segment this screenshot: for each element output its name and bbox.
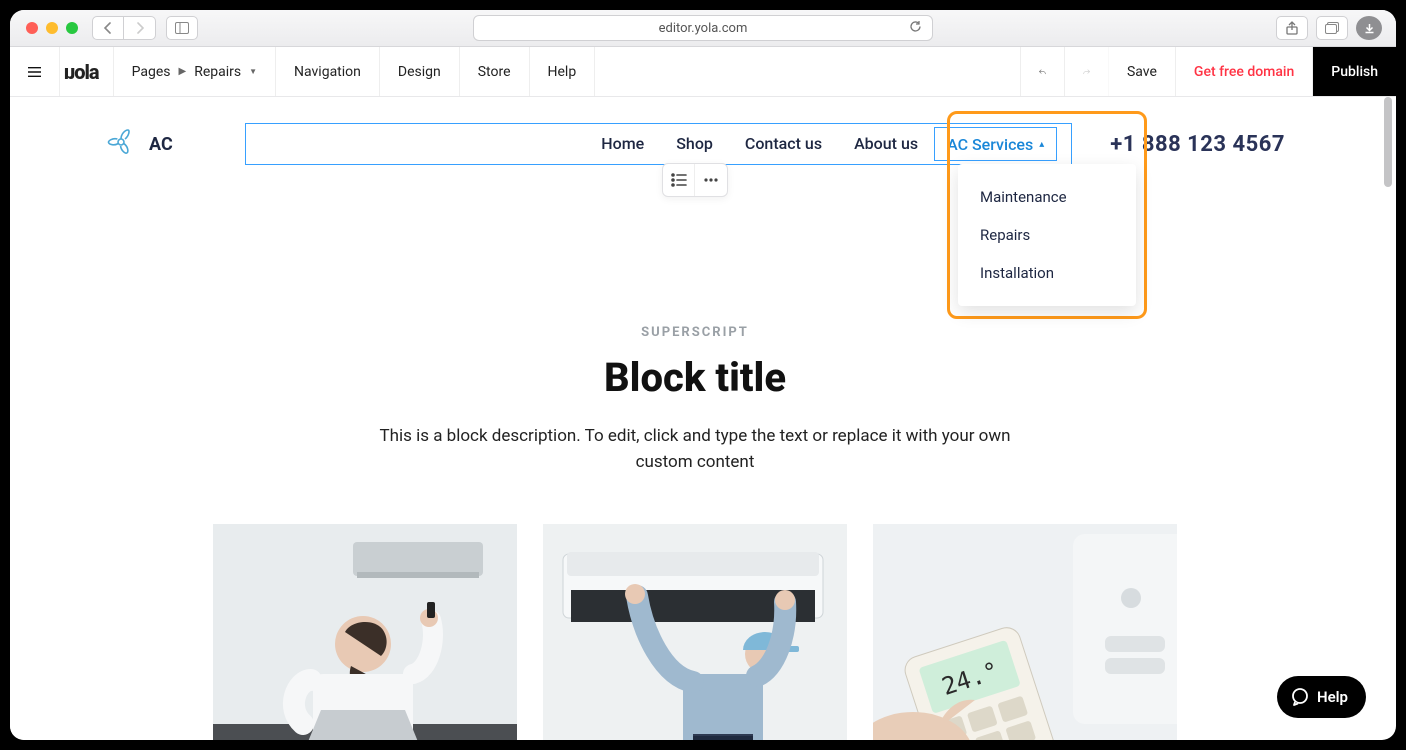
caret-down-icon: ▼ (249, 67, 257, 76)
content-block[interactable]: SUPERSCRIPT Block title This is a block … (105, 325, 1285, 740)
help-chat-button[interactable]: Help (1277, 676, 1366, 718)
block-superscript: SUPERSCRIPT (105, 325, 1285, 340)
maximize-window-icon[interactable] (66, 22, 78, 34)
site-logo[interactable]: AC (105, 126, 225, 162)
browser-chrome: editor.yola.com (10, 10, 1396, 47)
pages-breadcrumb[interactable]: Pages ▶ Repairs ▼ (114, 47, 276, 96)
reload-icon[interactable] (909, 20, 922, 37)
card-image-2[interactable] (543, 524, 847, 740)
dropdown-item-installation[interactable]: Installation (958, 254, 1136, 292)
redo-button[interactable] (1065, 47, 1109, 96)
publish-button[interactable]: Publish (1313, 47, 1396, 96)
get-domain-button[interactable]: Get free domain (1176, 47, 1313, 96)
image-cards: 24.° (105, 524, 1285, 740)
design-button[interactable]: Design (380, 47, 460, 96)
nav-home[interactable]: Home (585, 124, 660, 164)
services-dropdown-highlight: Maintenance Repairs Installation (947, 111, 1147, 319)
nav-shop[interactable]: Shop (660, 124, 729, 164)
browser-forward-button[interactable] (124, 16, 156, 40)
site-logo-text: AC (149, 134, 173, 155)
chat-icon (1291, 688, 1309, 706)
yola-logo[interactable]: nola (60, 47, 114, 96)
list-icon[interactable] (663, 164, 695, 196)
nav-contact[interactable]: Contact us (729, 124, 838, 164)
dropdown-item-repairs[interactable]: Repairs (958, 216, 1136, 254)
nav-about[interactable]: About us (838, 124, 934, 164)
block-title[interactable]: Block title (105, 354, 1285, 401)
editor-toolbar: nola Pages ▶ Repairs ▼ Navigation Design… (10, 47, 1396, 97)
downloads-icon[interactable] (1356, 16, 1382, 40)
scrollbar[interactable] (1384, 97, 1392, 187)
minimize-window-icon[interactable] (46, 22, 58, 34)
card-image-1[interactable] (213, 524, 517, 740)
card-image-3[interactable]: 24.° (873, 524, 1177, 740)
window-controls (26, 22, 78, 34)
services-dropdown: Maintenance Repairs Installation (958, 164, 1136, 306)
store-button[interactable]: Store (460, 47, 530, 96)
browser-url-bar[interactable]: editor.yola.com (473, 15, 933, 41)
more-icon[interactable] (695, 164, 727, 196)
close-window-icon[interactable] (26, 22, 38, 34)
dropdown-item-maintenance[interactable]: Maintenance (958, 178, 1136, 216)
browser-back-button[interactable] (92, 16, 124, 40)
block-description[interactable]: This is a block description. To edit, cl… (375, 423, 1015, 476)
pages-label: Pages (132, 64, 171, 80)
tabs-icon[interactable] (1316, 16, 1348, 40)
help-chat-label: Help (1317, 688, 1348, 706)
browser-sidebar-button[interactable] (166, 16, 198, 40)
editor-canvas[interactable]: AC Home Shop Contact us About us AC Serv… (10, 97, 1380, 740)
share-icon[interactable] (1276, 16, 1308, 40)
nav-edit-tools (662, 163, 728, 197)
browser-url-text: editor.yola.com (659, 21, 748, 36)
menu-button[interactable] (10, 47, 60, 96)
chevron-right-icon: ▶ (178, 66, 186, 77)
fan-icon (105, 126, 137, 162)
save-button[interactable]: Save (1109, 47, 1176, 96)
navigation-button[interactable]: Navigation (276, 47, 380, 96)
undo-button[interactable] (1021, 47, 1065, 96)
help-button[interactable]: Help (530, 47, 596, 96)
current-page-label: Repairs (194, 64, 241, 80)
